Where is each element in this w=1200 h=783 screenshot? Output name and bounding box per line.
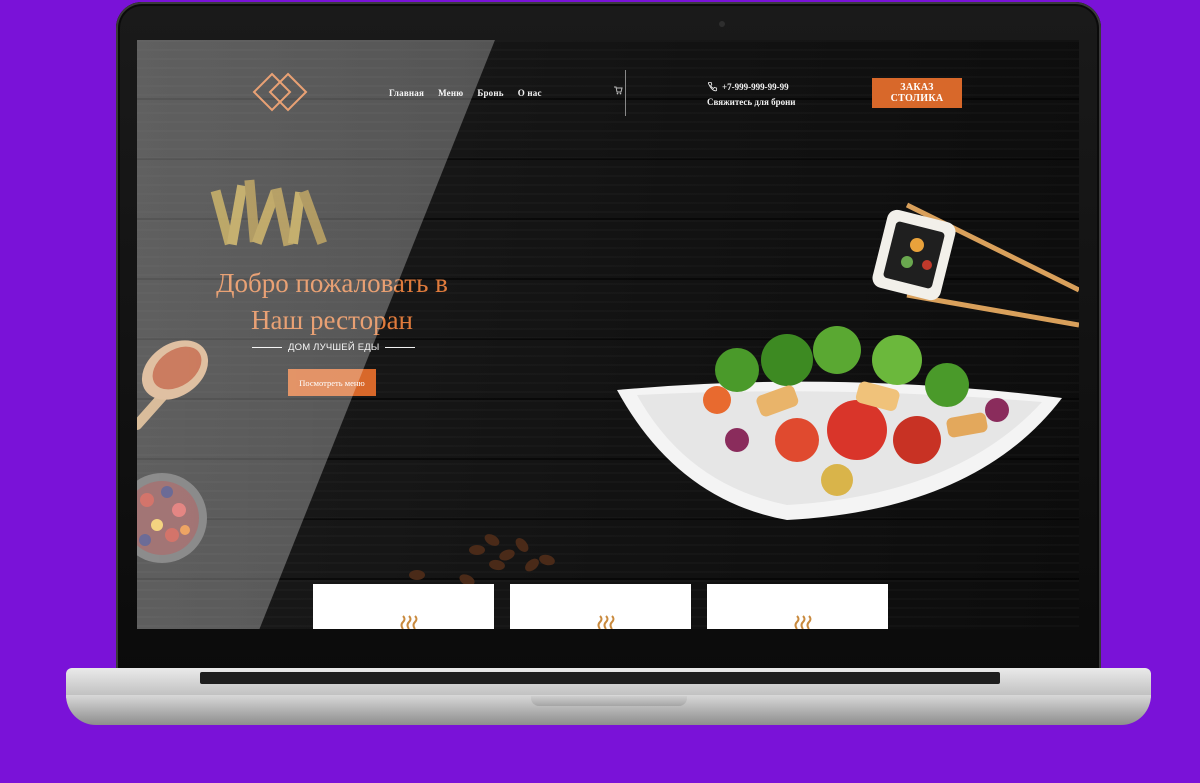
nav-item-about[interactable]: О нас xyxy=(518,88,542,98)
feature-card xyxy=(510,584,691,629)
camera xyxy=(719,21,725,27)
website-screen: Главная Меню Бронь О нас +7-999-999-99-9… xyxy=(137,40,1079,629)
tagline-dash-left xyxy=(252,347,282,348)
keyboard-strip xyxy=(200,672,1000,684)
laptop-notch xyxy=(531,696,687,706)
hero-title-line1: Добро пожаловать в xyxy=(216,268,448,298)
tagline-text: ДОМ ЛУЧШЕЙ ЕДЫ xyxy=(288,342,380,353)
order-table-button[interactable]: ЗАКАЗ СТОЛИКА xyxy=(872,78,962,108)
nav-item-booking[interactable]: Бронь xyxy=(477,88,503,98)
hero-title-line2: Наш ресторан xyxy=(250,305,414,335)
steam-icon xyxy=(794,615,812,629)
hero-tagline: ДОМ ЛУЧШЕЙ ЕДЫ xyxy=(252,342,416,353)
view-menu-button[interactable]: Посмотреть меню xyxy=(288,369,376,396)
laptop-mockup: Главная Меню Бронь О нас +7-999-999-99-9… xyxy=(0,0,1200,783)
hero-title: Добро пожаловать в Наш ресторан xyxy=(192,265,472,339)
cart-icon[interactable] xyxy=(613,85,623,95)
phone-icon xyxy=(707,81,718,92)
main-nav: Главная Меню Бронь О нас xyxy=(389,88,542,98)
berry-bowl-image xyxy=(137,473,207,563)
feature-card xyxy=(313,584,494,629)
contact-block: +7-999-999-99-99 Свяжитесь для брони xyxy=(707,81,796,108)
tagline-dash-right xyxy=(385,347,416,348)
divider xyxy=(625,70,626,116)
phone-number[interactable]: +7-999-999-99-99 xyxy=(722,82,789,92)
coffee-beans-image xyxy=(409,534,555,586)
feature-card xyxy=(707,584,888,629)
fries-image xyxy=(210,179,327,247)
contact-subtitle: Свяжитесь для брони xyxy=(707,97,796,107)
nav-item-menu[interactable]: Меню xyxy=(438,88,463,98)
steam-icon xyxy=(400,615,418,629)
nav-item-home[interactable]: Главная xyxy=(389,88,424,98)
spice-spoon-image xyxy=(137,340,209,430)
salad-plate-image xyxy=(617,326,1062,520)
diamond-logo-icon[interactable] xyxy=(252,70,308,114)
steam-icon xyxy=(597,615,615,629)
feature-cards xyxy=(313,584,888,629)
sushi-chopsticks-image xyxy=(872,202,1079,328)
